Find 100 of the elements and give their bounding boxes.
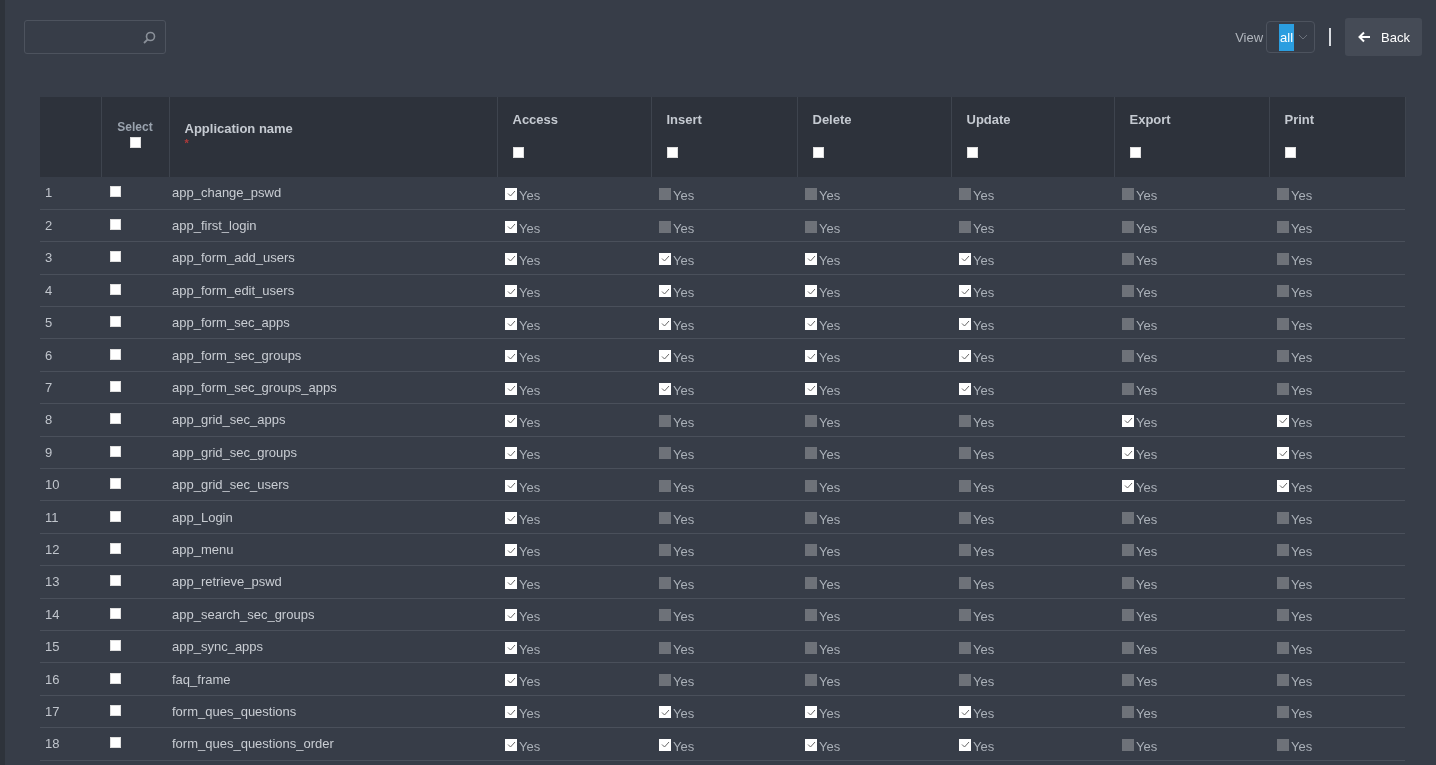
row-checkbox[interactable] [110,316,121,328]
permission-checkbox[interactable] [1122,187,1134,200]
permission-checkbox[interactable] [1277,609,1289,622]
permission-checkbox[interactable] [659,414,671,427]
permission-checkbox[interactable] [959,641,971,654]
permission-checkbox[interactable] [805,187,817,200]
permission-checkbox[interactable] [959,382,971,395]
permission-checkbox[interactable] [1122,609,1134,622]
permission-checkbox[interactable] [1277,738,1289,751]
permission-checkbox[interactable] [659,576,671,589]
permission-checkbox[interactable] [505,479,517,492]
permission-checkbox[interactable] [805,350,817,363]
permission-checkbox[interactable] [505,576,517,589]
permission-checkbox[interactable] [505,609,517,622]
permission-checkbox[interactable] [959,447,971,460]
permission-checkbox[interactable] [1277,414,1289,427]
permission-checkbox[interactable] [1122,576,1134,589]
permission-checkbox[interactable] [1122,317,1134,330]
checkbox[interactable] [512,147,524,158]
permission-checkbox[interactable] [959,609,971,622]
permission-checkbox[interactable] [805,414,817,427]
permission-checkbox[interactable] [959,738,971,751]
permission-checkbox[interactable] [1122,414,1134,427]
checkbox[interactable] [1284,147,1296,158]
permission-checkbox[interactable] [659,285,671,298]
permission-checkbox[interactable] [959,350,971,363]
permission-checkbox[interactable] [959,479,971,492]
permission-checkbox[interactable] [1277,706,1289,719]
row-checkbox[interactable] [110,381,121,393]
permission-checkbox[interactable] [805,479,817,492]
permission-checkbox[interactable] [959,252,971,265]
permission-checkbox[interactable] [805,512,817,525]
permission-checkbox[interactable] [805,738,817,751]
permission-checkbox[interactable] [659,447,671,460]
permission-checkbox[interactable] [1122,220,1134,233]
permission-checkbox[interactable] [505,252,517,265]
permission-checkbox[interactable] [505,512,517,525]
permission-checkbox[interactable] [505,382,517,395]
permission-checkbox[interactable] [1277,544,1289,557]
permission-checkbox[interactable] [505,285,517,298]
row-checkbox[interactable] [110,413,121,425]
back-button[interactable]: Back [1345,18,1422,56]
row-checkbox[interactable] [110,640,121,652]
permission-checkbox[interactable] [505,220,517,233]
permission-checkbox[interactable] [805,706,817,719]
permission-checkbox[interactable] [959,674,971,687]
checkbox[interactable] [666,147,678,158]
permission-checkbox[interactable] [959,512,971,525]
permission-checkbox[interactable] [805,447,817,460]
permission-checkbox[interactable] [959,220,971,233]
permission-checkbox[interactable] [659,350,671,363]
permission-checkbox[interactable] [959,187,971,200]
permission-checkbox[interactable] [505,641,517,654]
permission-checkbox[interactable] [1122,350,1134,363]
row-checkbox[interactable] [110,445,121,457]
permission-checkbox[interactable] [805,641,817,654]
permission-checkbox[interactable] [1122,738,1134,751]
permission-checkbox[interactable] [805,285,817,298]
permission-checkbox[interactable] [805,317,817,330]
permission-checkbox[interactable] [659,641,671,654]
permission-checkbox[interactable] [1122,641,1134,654]
permission-checkbox[interactable] [659,382,671,395]
permission-checkbox[interactable] [959,544,971,557]
permission-checkbox[interactable] [805,544,817,557]
permission-checkbox[interactable] [1277,285,1289,298]
permission-checkbox[interactable] [1122,706,1134,719]
permission-checkbox[interactable] [659,317,671,330]
permission-checkbox[interactable] [959,576,971,589]
permission-checkbox[interactable] [1277,512,1289,525]
permission-checkbox[interactable] [805,252,817,265]
permission-checkbox[interactable] [1277,479,1289,492]
permission-checkbox[interactable] [959,414,971,427]
permission-checkbox[interactable] [1122,512,1134,525]
row-checkbox[interactable] [110,704,121,716]
checkbox[interactable] [1129,147,1141,158]
permission-checkbox[interactable] [659,252,671,265]
checkbox[interactable] [812,147,824,158]
permission-checkbox[interactable] [1122,447,1134,460]
permission-checkbox[interactable] [659,706,671,719]
permission-checkbox[interactable] [1277,447,1289,460]
permission-checkbox[interactable] [805,674,817,687]
permission-checkbox[interactable] [1277,674,1289,687]
permission-checkbox[interactable] [505,447,517,460]
permission-checkbox[interactable] [805,382,817,395]
permission-checkbox[interactable] [659,479,671,492]
permission-checkbox[interactable] [959,285,971,298]
permission-checkbox[interactable] [659,187,671,200]
permission-checkbox[interactable] [805,609,817,622]
permission-checkbox[interactable] [1277,382,1289,395]
permission-checkbox[interactable] [505,674,517,687]
permission-checkbox[interactable] [659,220,671,233]
permission-checkbox[interactable] [659,738,671,751]
row-checkbox[interactable] [110,510,121,522]
permission-checkbox[interactable] [505,187,517,200]
row-checkbox[interactable] [110,737,121,749]
row-checkbox[interactable] [110,219,121,231]
permission-checkbox[interactable] [1277,641,1289,654]
row-checkbox[interactable] [110,348,121,360]
permission-checkbox[interactable] [1122,544,1134,557]
permission-checkbox[interactable] [659,609,671,622]
